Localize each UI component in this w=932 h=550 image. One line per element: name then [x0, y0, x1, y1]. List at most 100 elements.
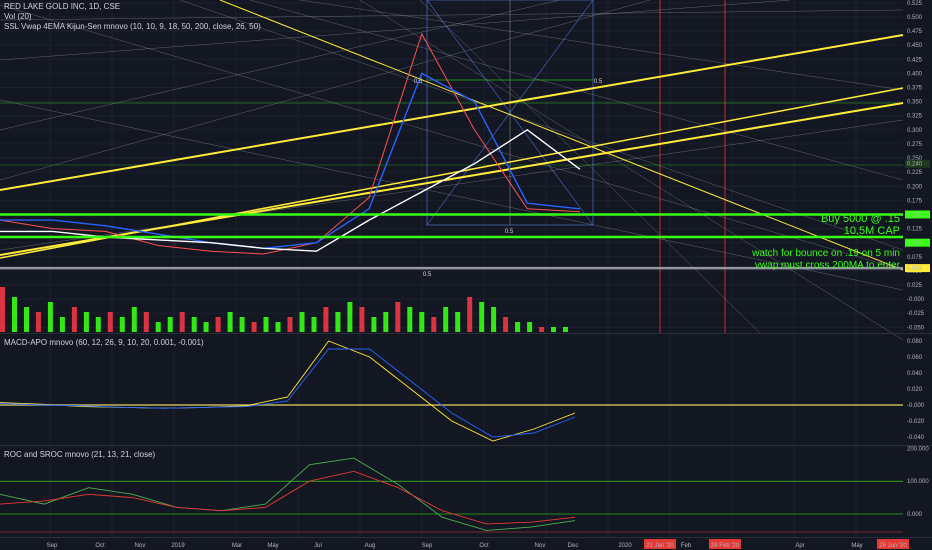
price-tick-label: 0.225: [907, 170, 923, 176]
fan-line: [419, 0, 761, 334]
volume-bar: [383, 312, 389, 332]
cap-annotation: 10.5M CAP: [844, 225, 900, 237]
volume-bar: [371, 317, 377, 332]
volume-bar: [479, 302, 485, 332]
vwap-annotation: vwap must cross 200MA to enter: [755, 260, 901, 271]
volume-bar: [179, 312, 185, 332]
volume-bar: [551, 327, 556, 332]
volume-bar: [239, 317, 245, 332]
volume-bar: [431, 317, 437, 332]
price-tick-label: 0.475: [907, 29, 923, 35]
volume-bar: [215, 317, 221, 332]
volume-bar: [455, 312, 461, 332]
price-tick-label: 0.450: [907, 43, 923, 49]
fan-line: [0, 0, 561, 131]
volume-bar: [131, 307, 137, 332]
price-tick-label: 0.275: [907, 142, 923, 148]
price-badge-label: 0.240: [907, 162, 923, 168]
volume-bar: [263, 317, 269, 332]
price-badge-label: 0.055: [907, 266, 923, 272]
price-tick-label: 0.175: [907, 198, 923, 204]
volume-bar: [323, 307, 329, 332]
price-axis[interactable]: 0.525 0.500 0.475 0.450 0.425 0.400 0.375 0.350…: [905, 1, 930, 518]
volume-bar: [347, 302, 353, 332]
volume-bar: [407, 307, 413, 332]
price-badge-label: 0.100: [907, 241, 923, 247]
price-tick-label: 0.325: [907, 114, 923, 120]
volume-bar: [12, 297, 17, 332]
drawings-layer: [0, 0, 904, 341]
volume-bar: [299, 312, 305, 332]
volume-bar: [275, 322, 281, 332]
volume-bar: [191, 317, 197, 332]
time-tick-label: Sep: [47, 543, 58, 549]
time-tick-label: Oct: [95, 543, 105, 549]
yellow-trend-line: [0, 34, 904, 191]
time-axis[interactable]: Sep Oct Nov 2019 Mar May Jul Aug Sep Oct Nov Dec 202…: [47, 539, 909, 549]
volume-bar: [35, 312, 41, 332]
symbol-legend[interactable]: RED LAKE GOLD INC, 1D, CSE: [4, 2, 120, 11]
volume-bar: [563, 327, 568, 332]
price-badge-label: 0.150: [907, 212, 923, 218]
buy-annotation: Buy 5000 @ .15: [821, 213, 900, 225]
volume-bar: [515, 322, 521, 332]
volume-bar: [527, 322, 533, 332]
time-tick-label: Sep: [422, 543, 433, 549]
roc-series-line: [0, 470, 576, 525]
time-tick-label: Nov: [535, 543, 546, 549]
time-highlight-label: 24 Feb '20: [711, 543, 740, 549]
macd-tick-label: -0.040: [907, 435, 925, 441]
macd-legend[interactable]: MACD-APO mnovo (60, 12, 26, 9, 10, 20, 0…: [4, 338, 204, 347]
volume-bars-layer: [0, 287, 568, 332]
price-tick-label: 0.525: [907, 1, 923, 7]
time-tick-label: Feb: [681, 543, 692, 549]
time-tick-label: 2019: [171, 543, 185, 549]
pane-separator[interactable]: [0, 445, 932, 446]
volume-legend[interactable]: Vol (20): [4, 12, 32, 21]
volume-bar: [203, 322, 209, 332]
volume-bar: [503, 317, 509, 332]
price-tick-label: 0.400: [907, 71, 923, 77]
volume-bar: [0, 287, 5, 332]
time-tick-label: Dec: [568, 543, 579, 549]
price-tick-label: -0.050: [907, 325, 925, 331]
volume-bar: [335, 312, 341, 332]
roc-tick-label: 100.000: [907, 479, 929, 485]
price-tick-label: -0.000: [907, 297, 925, 303]
time-tick-label: May: [267, 543, 278, 549]
volume-bar: [24, 307, 29, 332]
price-tick-label: 0.075: [907, 255, 923, 261]
pane-separator[interactable]: [0, 333, 932, 334]
bounce-annotation: watch for bounce on .19 on 5 min: [751, 248, 900, 259]
macd-series-line: [0, 340, 576, 442]
price-tick-label: 0.350: [907, 100, 923, 106]
price-tick-label: 0.500: [907, 15, 923, 21]
price-series-line: [0, 128, 581, 252]
time-tick-label: May: [851, 543, 862, 549]
volume-bar: [71, 307, 77, 332]
time-tick-label: Mar: [232, 543, 242, 549]
time-tick-label: Jul: [314, 543, 322, 549]
fib-label: 0.5: [414, 79, 423, 85]
fib-label: 0.5: [505, 229, 514, 235]
macd-tick-label: 0.020: [907, 387, 923, 393]
fan-line: [0, 9, 904, 21]
annotations-layer: Buy 5000 @ .1510.5M CAP watch for bounce …: [414, 79, 901, 278]
roc-legend[interactable]: ROC and SROC mnovo (21, 13, 21, close): [4, 450, 155, 459]
fib-label: 0.5: [423, 272, 432, 278]
macd-tick-label: -0.000: [907, 403, 925, 409]
time-tick-label: Apr: [795, 543, 804, 549]
trading-chart[interactable]: Buy 5000 @ .1510.5M CAP watch for bounce …: [0, 0, 932, 550]
volume-bar: [287, 317, 293, 332]
volume-bar: [467, 297, 473, 332]
pane-separator: [0, 537, 932, 538]
macd-series-line: [0, 348, 576, 438]
volume-bar: [539, 327, 545, 332]
macd-tick-label: 0.060: [907, 355, 923, 361]
price-tick-label: 0.300: [907, 128, 923, 134]
roc-pane: [0, 457, 903, 533]
overlay-legend[interactable]: SSL Vwap 4EMA Kijun-Sen mnovo (10, 10, 9…: [4, 22, 261, 31]
volume-bar: [251, 322, 257, 332]
time-highlight-label: 26 Jun '20: [879, 543, 907, 549]
time-tick-label: Oct: [479, 543, 489, 549]
